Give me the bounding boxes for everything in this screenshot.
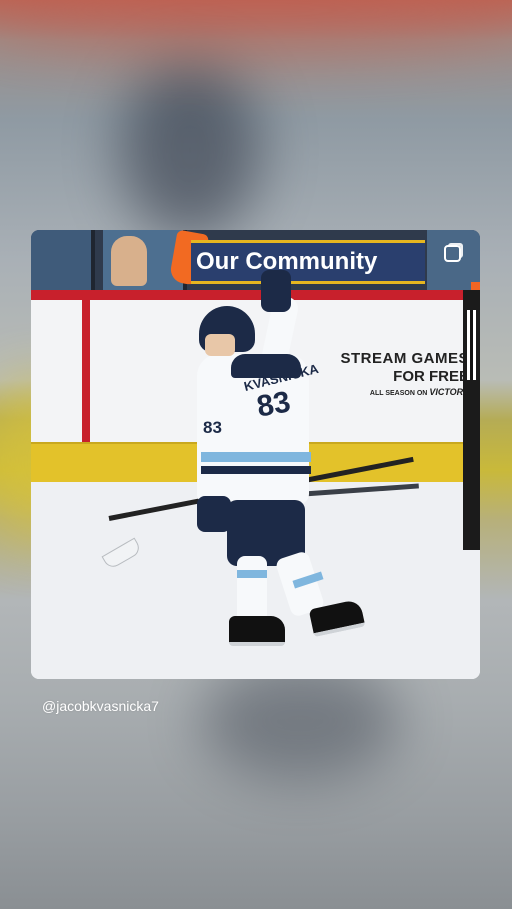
skate [229,616,285,646]
carousel-icon[interactable] [444,245,461,262]
username-mention[interactable]: @jacobkvasnicka7 [42,698,159,714]
ad-tagline-prefix: ALL SEASON ON [369,390,428,397]
fan-child [111,236,147,286]
player-face [205,334,235,356]
background-blob [120,60,260,240]
post-image[interactable]: Our Community STREAM GAMES FOR FREE ALL … [31,230,480,679]
crowd-area: Our Community [31,230,480,292]
lower-glove [197,496,231,532]
ad-headline: STREAM GAMES [340,350,469,367]
glass-pane [31,230,95,292]
jersey-stripe [201,452,311,462]
raised-glove [261,270,291,312]
player-leg [237,556,267,622]
referee-stripes [467,310,476,380]
jersey-stripe [201,466,311,474]
stream-ad: STREAM GAMES FOR FREE ALL SEASON ON VICT… [309,350,469,397]
sleeve-number: 83 [203,418,222,437]
sock-stripe [237,570,267,578]
ad-subheadline: FOR FREE [393,368,469,385]
jersey-number: 83 [254,385,293,424]
ad-tagline: ALL SEASON ON VICTORY [309,387,469,397]
board-top-rail [31,290,480,300]
background-blob [0,0,512,50]
community-banner: Our Community [191,240,425,284]
